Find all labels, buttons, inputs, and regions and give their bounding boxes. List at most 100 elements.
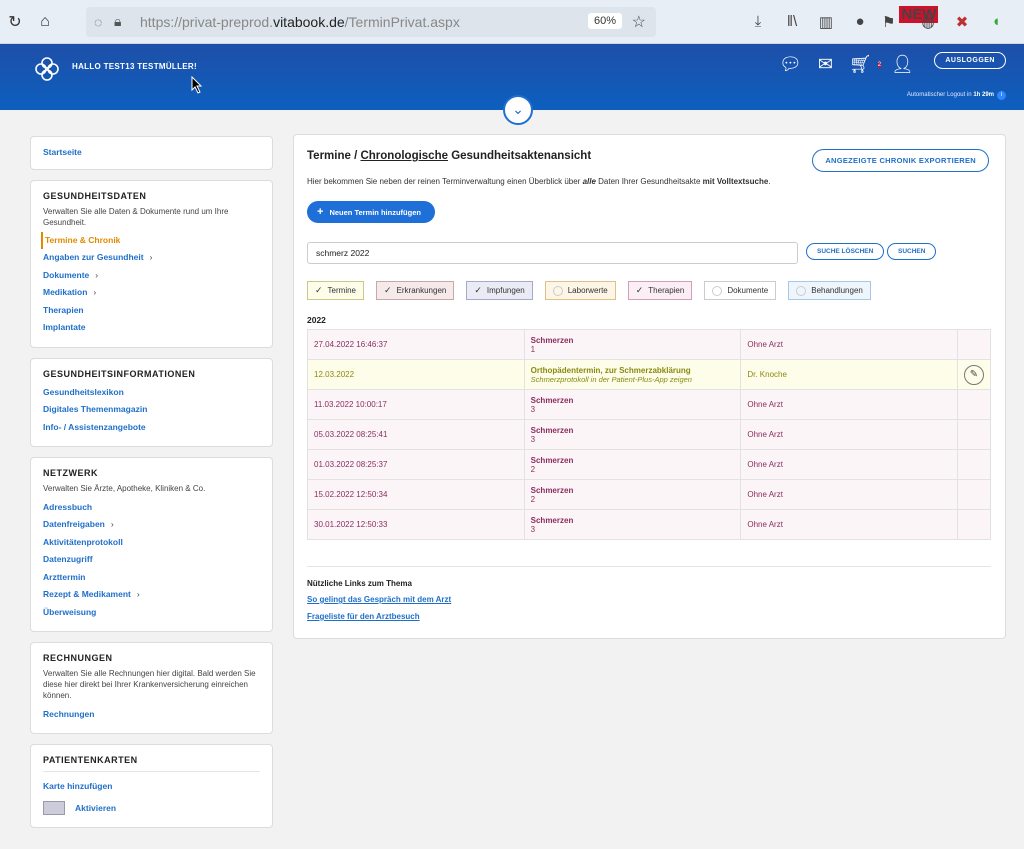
filter-chip-erkrankungen[interactable]: ✓ Erkrankungen — [376, 281, 455, 300]
sidebar-item-datenfreigaben[interactable]: Datenfreigaben › — [43, 516, 260, 534]
table-row[interactable]: 27.04.2022 16:46:37 Schmerzen 1 Ohne Arzt — [307, 329, 992, 360]
download-icon[interactable]: ⤓ — [746, 13, 770, 30]
row-date: 01.03.2022 08:25:37 — [314, 460, 388, 469]
library-icon[interactable]: ‖\ — [780, 13, 804, 30]
search-button[interactable]: SUCHEN — [887, 243, 937, 260]
filter-chip-laborwerte[interactable]: Laborwerte — [544, 281, 616, 300]
logout-button[interactable]: AUSLOGGEN — [934, 52, 1006, 69]
edit-icon[interactable]: ✎ — [963, 364, 984, 385]
checkmark-icon[interactable]: ✓ — [474, 285, 482, 296]
sidebar-item-startseite[interactable]: Startseite — [43, 144, 260, 162]
checkmark-icon[interactable]: ✓ — [315, 285, 323, 296]
date-cell: 27.04.2022 16:46:37 — [307, 329, 525, 360]
entry-cell: Schmerzen 2 — [523, 449, 742, 480]
filter-chip-therapien[interactable]: ✓ Therapien — [627, 281, 693, 300]
sidebar-item-therapien[interactable]: Therapien — [43, 302, 260, 320]
table-row[interactable]: 12.03.2022 Orthopädentermin, zur Schmerza… — [307, 359, 992, 390]
table-row[interactable]: 11.03.2022 10:00:17 Schmerzen 3 Ohne Arzt — [307, 389, 992, 420]
clear-search-button[interactable]: SUCHE LÖSCHEN — [806, 243, 885, 260]
row-date: 30.01.2022 12:50:33 — [314, 520, 388, 529]
sidebar-item-lexikon[interactable]: Gesundheitslexikon — [43, 384, 260, 402]
sidebar-item-arzttermin[interactable]: Arzttermin — [43, 569, 260, 587]
row-title: Schmerzen — [530, 335, 574, 345]
row-title: Schmerzen — [530, 425, 574, 435]
sidebar-item-aktivitaetenprotokoll[interactable]: Aktivitätenprotokoll — [43, 534, 260, 552]
useful-link-frageliste[interactable]: Frageliste für den Arztbesuch — [307, 612, 420, 621]
browser-toolbar: ↻ ⌂ ◌ 🔒︎ https://privat-preprod.vitabook… — [0, 0, 1024, 44]
sidebar-item-angaben[interactable]: Angaben zur Gesundheit › — [43, 249, 260, 267]
row-title: Schmerzen — [530, 485, 574, 495]
mail-icon[interactable]: ✉ — [818, 54, 833, 75]
cart-icon[interactable]: 🛒︎ 2 — [849, 54, 882, 75]
sidebar-item-ueberweisung[interactable]: Überweisung — [43, 604, 260, 622]
user-icon[interactable]: 👤︎ — [891, 54, 914, 75]
row-title: Schmerzen — [530, 455, 574, 465]
row-doctor: Ohne Arzt — [747, 340, 783, 349]
sidebar-item-datenzugriff[interactable]: Datenzugriff — [43, 551, 260, 569]
add-card-link[interactable]: Karte hinzufügen — [43, 778, 260, 796]
unchecked-circle-icon[interactable] — [796, 285, 807, 296]
cookie-icon[interactable]: ◍ — [916, 13, 940, 31]
sidebar-item-assistenz[interactable]: Info- / Assistenzangebote — [43, 419, 260, 437]
add-appointment-button[interactable]: + Neuen Termin hinzufügen — [307, 201, 435, 223]
activate-card-link[interactable]: Aktivieren — [75, 800, 116, 818]
url-text[interactable]: https://privat-preprod.vitabook.de/Termi… — [140, 14, 460, 30]
flag-extension-icon[interactable]: ⚑ NEW — [882, 5, 939, 31]
plus-icon: + — [317, 206, 324, 218]
section-title: PATIENTENKARTEN — [43, 755, 138, 766]
chat-icon[interactable]: 💬︎ — [779, 54, 802, 75]
filter-label: Erkrankungen — [396, 286, 447, 295]
chevron-right-icon: › — [93, 287, 97, 298]
filter-chip-behandlungen[interactable]: Behandlungen — [788, 281, 871, 300]
sidebar-item-rezept[interactable]: Rezept & Medikament › — [43, 586, 260, 604]
checkmark-icon[interactable]: ✓ — [384, 285, 392, 296]
search-input[interactable] — [307, 242, 798, 264]
lock-icon[interactable]: 🔒︎ — [114, 13, 134, 30]
mouse-cursor-icon — [191, 76, 203, 94]
doctor-cell: Ohne Arzt — [740, 479, 958, 510]
home-icon[interactable]: ⌂ — [30, 13, 60, 31]
page-title: Termine / Chronologische Gesundheitsakte… — [307, 150, 592, 162]
card-icon — [43, 801, 65, 816]
filter-chip-impfungen[interactable]: ✓ Impfungen — [466, 281, 533, 300]
palette-icon[interactable]: ● — [848, 13, 872, 30]
table-row[interactable]: 01.03.2022 08:25:37 Schmerzen 2 Ohne Arzt — [307, 449, 992, 480]
useful-link-gespraech[interactable]: So gelingt das Gespräch mit dem Arzt — [307, 595, 451, 604]
zoom-level[interactable]: 60% — [587, 12, 622, 29]
checkmark-icon[interactable]: ✓ — [636, 285, 644, 296]
tools-icon[interactable]: ✖ — [950, 13, 974, 31]
table-row[interactable]: 30.01.2022 12:50:33 Schmerzen 3 Ohne Arzt — [307, 509, 992, 540]
shield-icon[interactable]: ◌ — [94, 14, 114, 30]
sidebar-item-medikation[interactable]: Medikation › — [43, 284, 260, 302]
table-row[interactable]: 15.02.2022 12:50:34 Schmerzen 2 Ohne Arzt — [307, 479, 992, 510]
sidebar-item-termine[interactable]: Termine & Chronik — [41, 231, 260, 250]
action-cell — [956, 479, 992, 510]
bookmark-star-icon[interactable]: ☆ — [632, 12, 646, 32]
sidebar-item-implantate[interactable]: Implantate — [43, 319, 260, 337]
info-icon[interactable]: i — [997, 91, 1006, 100]
row-subtitle: 3 — [530, 434, 536, 444]
filter-chip-termine[interactable]: ✓ Termine — [307, 281, 364, 300]
sidebar-item-rechnungen[interactable]: Rechnungen — [43, 706, 260, 724]
export-chronicle-button[interactable]: ANGEZEIGTE CHRONIK EXPORTIEREN — [812, 149, 989, 172]
row-doctor: Ohne Arzt — [747, 520, 783, 529]
sidebar-icon[interactable]: ▥ — [814, 13, 838, 31]
sidebar-item-themenmagazin[interactable]: Digitales Themenmagazin — [43, 401, 260, 419]
filter-chip-dokumente[interactable]: Dokumente — [704, 281, 777, 300]
table-row[interactable]: 05.03.2022 08:25:41 Schmerzen 3 Ohne Arzt — [307, 419, 992, 450]
vitabook-logo-icon[interactable] — [34, 56, 60, 82]
filter-label: Dokumente — [727, 286, 769, 295]
reload-icon[interactable]: ↻ — [0, 12, 30, 32]
row-doctor: Ohne Arzt — [747, 460, 783, 469]
row-date: 11.03.2022 10:00:17 — [314, 400, 387, 409]
useful-links-title: Nützliche Links zum Thema — [307, 579, 412, 588]
toggle-extension-icon[interactable]: ◖ — [984, 13, 1008, 30]
auto-logout-info: Automatischer Logout in 1h 29m i — [907, 91, 1006, 100]
unchecked-circle-icon[interactable] — [552, 285, 563, 296]
sidebar-item-dokumente[interactable]: Dokumente › — [43, 267, 260, 285]
sidebar-item-adressbuch[interactable]: Adressbuch — [43, 499, 260, 517]
unchecked-circle-icon[interactable] — [712, 285, 723, 296]
section-title: NETZWERK — [43, 468, 98, 479]
chevron-down-icon[interactable]: ⌄ — [503, 95, 533, 125]
address-bar[interactable]: ◌ 🔒︎ https://privat-preprod.vitabook.de/… — [86, 6, 656, 37]
